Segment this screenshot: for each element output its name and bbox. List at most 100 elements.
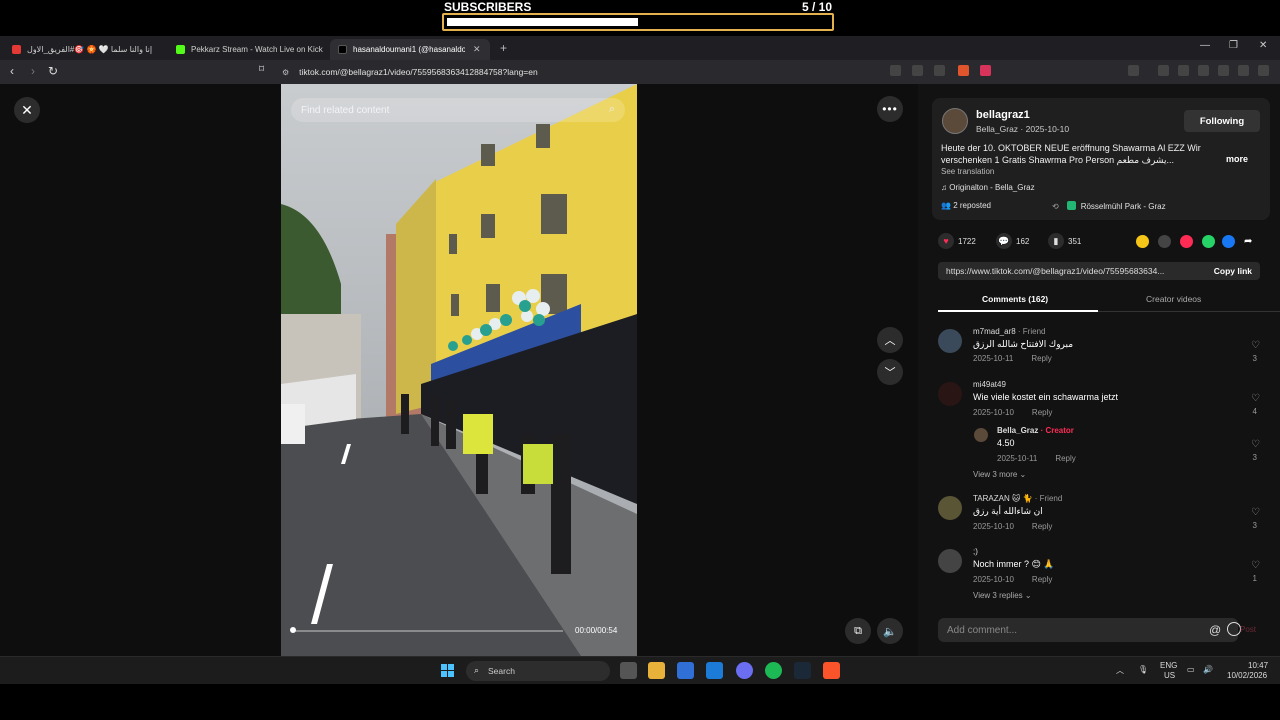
related-search-input[interactable]: Find related content ⌕ bbox=[291, 98, 625, 122]
steam-icon[interactable] bbox=[794, 662, 811, 679]
spotify-icon[interactable] bbox=[765, 662, 782, 679]
new-tab-button[interactable]: + bbox=[500, 41, 507, 55]
send-to-friends-icon[interactable] bbox=[1180, 235, 1193, 248]
commenter-avatar[interactable] bbox=[938, 329, 962, 353]
share-icon[interactable] bbox=[934, 65, 945, 76]
embed-icon[interactable] bbox=[1158, 235, 1171, 248]
clock-time[interactable]: 10:47 bbox=[1248, 661, 1268, 670]
windows-start-icon[interactable] bbox=[441, 664, 455, 678]
commenter-name[interactable]: Bella_Graz · Creator bbox=[997, 426, 1074, 435]
facebook-icon[interactable] bbox=[1222, 235, 1235, 248]
tab-comments[interactable]: Comments (162) bbox=[982, 294, 1048, 304]
sidebar-toggle-icon[interactable] bbox=[1128, 65, 1139, 76]
media-icon[interactable] bbox=[1158, 65, 1169, 76]
video-frame[interactable]: Find related content ⌕ 00:00/00:54 bbox=[281, 84, 637, 656]
language-top[interactable]: ENG bbox=[1160, 661, 1177, 670]
comment-like-icon[interactable]: ♡ bbox=[1251, 560, 1260, 571]
close-player-button[interactable]: ✕ bbox=[14, 97, 40, 123]
previous-video-button[interactable]: ︿ bbox=[877, 327, 903, 353]
address-bar[interactable]: ⚙ tiktok.com/@bellagraz1/video/755956836… bbox=[282, 64, 902, 80]
post-comment-button[interactable]: Post bbox=[1240, 625, 1256, 634]
emoji-share-icon[interactable] bbox=[1136, 235, 1149, 248]
location-link[interactable]: ⟲ Rösselmühl Park - Graz bbox=[1052, 201, 1166, 211]
brave-icon[interactable] bbox=[823, 662, 840, 679]
language-bottom[interactable]: US bbox=[1164, 671, 1175, 680]
taskbar-search[interactable]: ⌕ Search bbox=[466, 661, 610, 681]
share-arrow-icon[interactable]: ➦ bbox=[1244, 235, 1257, 248]
like-button[interactable]: ♥ 1722 bbox=[938, 233, 976, 249]
forward-icon[interactable]: › bbox=[31, 64, 35, 78]
picture-in-picture-icon[interactable]: ⧉ bbox=[845, 618, 871, 644]
task-view-icon[interactable] bbox=[620, 662, 637, 679]
commenter-avatar[interactable] bbox=[938, 382, 962, 406]
reply-button[interactable]: Reply bbox=[1032, 408, 1052, 417]
vpn-icon[interactable] bbox=[1238, 65, 1249, 76]
back-icon[interactable]: ‹ bbox=[10, 64, 14, 78]
see-translation-link[interactable]: See translation bbox=[941, 167, 994, 176]
close-tab-icon[interactable]: ✕ bbox=[473, 44, 481, 55]
rewards-icon[interactable] bbox=[980, 65, 991, 76]
video-progress-knob[interactable] bbox=[290, 627, 296, 633]
reply-button[interactable]: Reply bbox=[1055, 454, 1075, 463]
commenter-avatar[interactable] bbox=[938, 496, 962, 520]
tray-chevron-icon[interactable]: ︿ bbox=[1116, 665, 1124, 676]
store-icon[interactable] bbox=[677, 662, 694, 679]
commenter-name[interactable]: TARAZAN 🐱 🐈 · Friend bbox=[973, 494, 1062, 503]
tab-creator-videos[interactable]: Creator videos bbox=[1146, 294, 1201, 304]
microphone-icon[interactable]: 🎙 bbox=[1138, 665, 1148, 674]
mail-icon[interactable] bbox=[706, 662, 723, 679]
cast-icon[interactable] bbox=[912, 65, 923, 76]
next-video-button[interactable]: ﹀ bbox=[877, 359, 903, 385]
comment-like-icon[interactable]: ♡ bbox=[1251, 439, 1260, 450]
comment-like-icon[interactable]: ♡ bbox=[1251, 340, 1260, 351]
reload-icon[interactable]: ↻ bbox=[48, 64, 58, 78]
minimize-icon[interactable]: — bbox=[1200, 40, 1210, 51]
author-avatar[interactable] bbox=[942, 108, 968, 134]
caption-more-link[interactable]: more bbox=[1226, 154, 1248, 164]
commenter-name[interactable]: m7mad_ar8 · Friend bbox=[973, 327, 1045, 336]
maximize-icon[interactable]: ❐ bbox=[1229, 40, 1238, 51]
leo-icon[interactable] bbox=[1218, 65, 1229, 76]
site-info-icon[interactable]: ⚙ bbox=[282, 68, 289, 77]
emoji-icon[interactable] bbox=[1227, 622, 1241, 636]
commenter-name[interactable]: mi49at49 bbox=[973, 380, 1006, 389]
speaker-icon[interactable]: 🔊 bbox=[1203, 665, 1213, 674]
following-button[interactable]: Following bbox=[1184, 110, 1260, 132]
reply-button[interactable]: Reply bbox=[1031, 354, 1051, 363]
network-icon[interactable]: ▭ bbox=[1187, 665, 1195, 674]
comment-like-icon[interactable]: ♡ bbox=[1251, 393, 1260, 404]
search-icon[interactable]: ⌕ bbox=[609, 103, 615, 116]
comment-like-icon[interactable]: ♡ bbox=[1251, 507, 1260, 518]
brave-shield-icon[interactable] bbox=[958, 65, 969, 76]
music-link[interactable]: ♫ Originalton - Bella_Graz bbox=[941, 183, 1035, 192]
reply-button[interactable]: Reply bbox=[1032, 522, 1052, 531]
clock-date[interactable]: 10/02/2026 bbox=[1227, 671, 1267, 680]
close-window-icon[interactable]: ✕ bbox=[1259, 40, 1267, 51]
reply-button[interactable]: Reply bbox=[1032, 575, 1052, 584]
bookmark-icon[interactable]: ⌑ bbox=[259, 64, 264, 75]
commenter-name[interactable]: ;) bbox=[973, 547, 978, 556]
save-button[interactable]: ▮ 351 bbox=[1048, 233, 1081, 249]
menu-icon[interactable] bbox=[1258, 65, 1269, 76]
discord-icon[interactable] bbox=[736, 662, 753, 679]
extension-icon[interactable] bbox=[890, 65, 901, 76]
commenter-avatar[interactable] bbox=[938, 549, 962, 573]
view-more-replies[interactable]: View 3 more ⌄ bbox=[973, 470, 1026, 479]
comment-button[interactable]: 💬 162 bbox=[996, 233, 1029, 249]
file-explorer-icon[interactable] bbox=[648, 662, 665, 679]
copy-link-button[interactable]: Copy link bbox=[1214, 266, 1252, 276]
more-options-button[interactable]: ••• bbox=[877, 96, 903, 122]
whatsapp-icon[interactable] bbox=[1202, 235, 1215, 248]
volume-icon[interactable]: 🔈 bbox=[877, 618, 903, 644]
browser-tab-3[interactable]: hasanaldoumani1 (@hasanaldo... ✕ bbox=[330, 39, 490, 60]
view-replies[interactable]: View 3 replies ⌄ bbox=[973, 591, 1032, 600]
add-comment-input[interactable]: Add comment... @ bbox=[938, 618, 1241, 642]
split-view-icon[interactable] bbox=[1178, 65, 1189, 76]
browser-tab-2[interactable]: Pekkarz Stream - Watch Live on Kick bbox=[168, 39, 328, 60]
browser-tab-1[interactable]: إنا والنا سلما 🤍 🏵️ 🎯#الفريق_الاول bbox=[4, 39, 170, 60]
creator-avatar[interactable] bbox=[974, 428, 988, 442]
wallet-icon[interactable] bbox=[1198, 65, 1209, 76]
mention-icon[interactable]: @ bbox=[1209, 623, 1221, 637]
video-progress-track[interactable] bbox=[291, 630, 563, 632]
author-username[interactable]: bellagraz1 bbox=[976, 109, 1030, 121]
